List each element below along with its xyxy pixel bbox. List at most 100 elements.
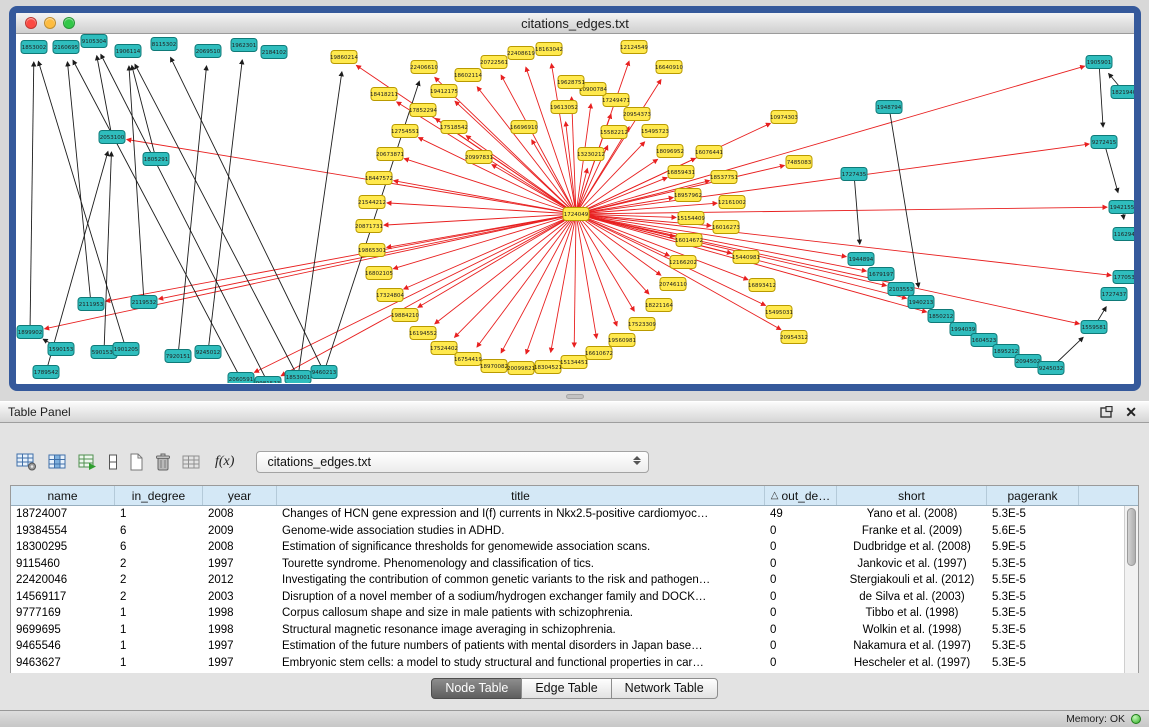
graph-node[interactable]: 15582212 — [600, 126, 628, 139]
graph-node[interactable]: 19860214 — [330, 51, 358, 64]
tab-edge-table[interactable]: Edge Table — [521, 678, 611, 699]
graph-node[interactable]: 18537751 — [710, 171, 738, 184]
graph-node[interactable]: 15440981 — [732, 251, 760, 264]
graph-node[interactable]: 18304521 — [534, 361, 562, 374]
tab-node-table[interactable]: Node Table — [431, 678, 522, 699]
graph-node[interactable]: 20871731 — [355, 220, 383, 233]
table-row[interactable]: 1830029562008Estimation of significance … — [11, 539, 1138, 556]
graph-node[interactable]: 20746110 — [659, 278, 687, 291]
graph-node[interactable]: 21544212 — [358, 196, 386, 209]
network-table-selector[interactable]: citations_edges.txt — [256, 451, 649, 473]
graph-node[interactable]: 1770531 — [1113, 271, 1134, 284]
graph-node[interactable]: 1906114 — [115, 45, 141, 58]
graph-node[interactable]: 18970082 — [480, 360, 508, 373]
graph-node[interactable]: 20099821 — [507, 362, 535, 375]
graph-node[interactable]: 9245032 — [1038, 362, 1064, 375]
graph-node[interactable]: 20954312 — [780, 331, 808, 344]
graph-node[interactable]: 18957962 — [674, 189, 702, 202]
scrollbar-thumb[interactable] — [1127, 508, 1136, 566]
graph-node[interactable]: 19412175 — [430, 85, 458, 98]
graph-node[interactable]: 16016273 — [712, 221, 740, 234]
graph-node[interactable]: 16802105 — [365, 267, 393, 280]
new-document-icon[interactable] — [129, 453, 144, 471]
graph-node[interactable]: 1805291 — [143, 153, 169, 166]
graph-node[interactable]: 1942155 — [1109, 201, 1134, 214]
graph-node[interactable]: 1727435 — [841, 168, 867, 181]
graph-node[interactable]: 16893412 — [748, 279, 776, 292]
graph-node[interactable]: 1162942 — [1113, 228, 1134, 241]
tab-network-table[interactable]: Network Table — [611, 678, 718, 699]
graph-node[interactable]: 9245012 — [195, 346, 221, 359]
graph-node[interactable]: 16610672 — [585, 347, 613, 360]
graph-node[interactable]: 1899902 — [17, 326, 43, 339]
graph-node[interactable]: 1853001 — [285, 371, 311, 384]
graph-node[interactable]: 17324804 — [376, 289, 404, 302]
float-panel-icon[interactable] — [1100, 406, 1113, 418]
column-header-title[interactable]: title — [277, 486, 765, 505]
table-row[interactable]: 911546021997Tourette syndrome. Phenomeno… — [11, 556, 1138, 573]
graph-node[interactable]: 17518542 — [440, 121, 468, 134]
function-builder-button[interactable]: f(x) — [212, 454, 237, 470]
graph-node[interactable]: 19628751 — [557, 76, 585, 89]
table-row[interactable]: 977716911998Corpus callosum shape and si… — [11, 605, 1138, 622]
close-window-icon[interactable] — [25, 17, 37, 29]
graph-node[interactable]: 1789542 — [33, 366, 59, 379]
graph-node[interactable]: 22406610 — [410, 61, 438, 74]
graph-node[interactable]: 9460213 — [311, 366, 337, 379]
zoom-window-icon[interactable] — [63, 17, 75, 29]
graph-node[interactable]: 15154409 — [677, 212, 705, 225]
graph-node[interactable]: 2069510 — [195, 45, 221, 58]
graph-node[interactable]: 18221164 — [645, 299, 673, 312]
graph-node[interactable]: 20722561 — [480, 56, 508, 69]
table-row[interactable]: 946362711997Embryonic stem cells: a mode… — [11, 655, 1138, 672]
graph-node[interactable]: 16076441 — [695, 146, 723, 159]
graph-node[interactable]: 18096952 — [656, 145, 684, 158]
graph-node[interactable]: 1905901 — [1086, 56, 1112, 69]
column-header-out_degree[interactable]: △out_de… — [765, 486, 837, 505]
graph-node[interactable]: 1727437 — [1101, 288, 1127, 301]
table-row[interactable]: 1872400712008Changes of HCN gene express… — [11, 506, 1138, 523]
close-panel-icon[interactable]: ✕ — [1125, 405, 1137, 419]
column-visibility-icon[interactable] — [48, 454, 67, 470]
graph-node[interactable]: 1590153 — [48, 343, 74, 356]
graph-node[interactable]: 1724049 — [563, 208, 589, 221]
table-row[interactable]: 2242004622012Investigating the contribut… — [11, 572, 1138, 589]
graph-node[interactable]: 1948794 — [876, 101, 902, 114]
graph-node[interactable]: 7485083 — [786, 156, 812, 169]
table-row[interactable]: 1456911722003Disruption of a novel membe… — [11, 589, 1138, 606]
graph-node[interactable]: 2053100 — [99, 131, 125, 144]
trash-icon[interactable] — [155, 453, 171, 471]
graph-node[interactable]: 12754551 — [391, 125, 419, 138]
graph-node[interactable]: 18447572 — [365, 172, 393, 185]
table-row[interactable]: 969969511998Structural magnetic resonanc… — [11, 622, 1138, 639]
merge-tables-icon[interactable] — [182, 454, 201, 470]
graph-node[interactable]: 19613052 — [550, 101, 578, 114]
graph-node[interactable]: 2111953 — [78, 298, 104, 311]
column-header-in_degree[interactable]: in_degree — [115, 486, 203, 505]
graph-node[interactable]: 2103553 — [888, 283, 914, 296]
graph-node[interactable]: 16640910 — [655, 61, 683, 74]
graph-node[interactable]: 1821940 — [1111, 86, 1134, 99]
graph-node[interactable]: 17852294 — [409, 104, 437, 117]
import-table-icon[interactable] — [78, 454, 97, 470]
graph-node[interactable]: 7920151 — [165, 350, 191, 363]
graph-node[interactable]: 12124549 — [620, 41, 648, 54]
graph-node[interactable]: 19884210 — [391, 309, 419, 322]
graph-node[interactable]: 2160695 — [53, 41, 79, 54]
graph-node[interactable]: 18602114 — [454, 69, 482, 82]
graph-node[interactable]: 18418211 — [370, 88, 398, 101]
graph-node[interactable]: 16754419 — [454, 353, 482, 366]
graph-node[interactable]: 12161002 — [718, 196, 746, 209]
graph-node[interactable]: 19560981 — [608, 334, 636, 347]
graph-node[interactable]: 17524402 — [430, 342, 458, 355]
graph-node[interactable]: 17523309 — [628, 318, 656, 331]
column-header-name[interactable]: name — [11, 486, 115, 505]
graph-node[interactable]: 2094502 — [1015, 355, 1041, 368]
graph-node[interactable]: 1940213 — [908, 296, 934, 309]
graph-node[interactable]: 19865301 — [358, 244, 386, 257]
table-vertical-scrollbar[interactable] — [1124, 506, 1138, 673]
graph-node[interactable]: 15495031 — [765, 306, 793, 319]
graph-node[interactable]: 20997831 — [465, 151, 493, 164]
network-canvas-area[interactable]: 1724049181630422240861920722561186021141… — [16, 34, 1134, 383]
graph-node[interactable]: 1604523 — [971, 334, 997, 347]
